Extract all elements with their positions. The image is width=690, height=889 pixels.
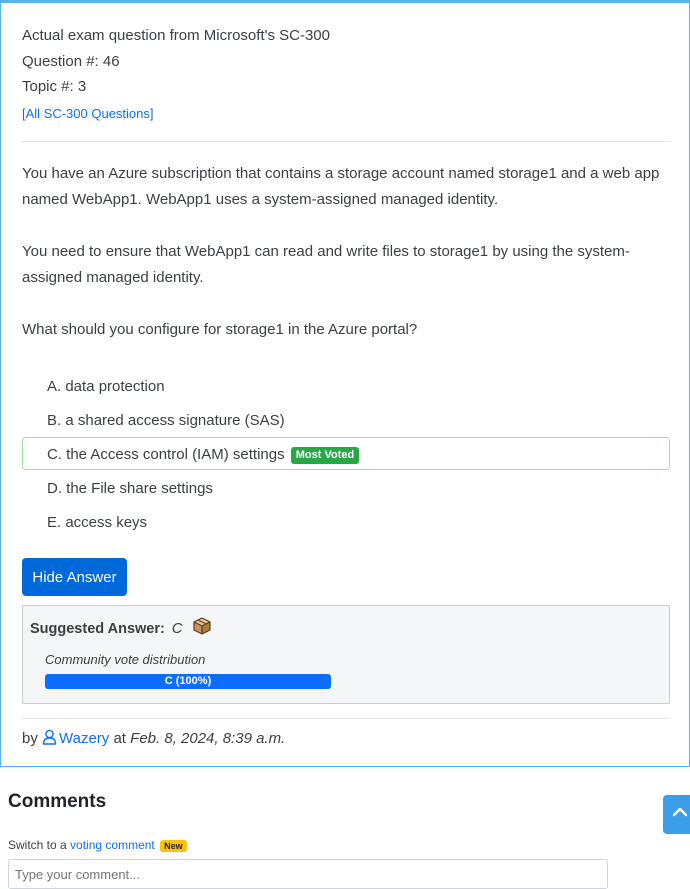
byline: by Wazery at Feb. 8, 2024, 8:39 a.m.	[22, 729, 285, 749]
choice-b[interactable]: B. a shared access signature (SAS)	[22, 403, 670, 436]
question-paragraph: What should you configure for storage1 i…	[22, 321, 418, 338]
suggested-answer-label: Suggested Answer:	[30, 621, 165, 637]
choice-d[interactable]: D. the File share settings	[22, 471, 670, 504]
source-line: Actual exam question from Microsoft's SC…	[22, 27, 330, 44]
vote-bar-segment-c: C (100%)	[45, 674, 331, 689]
choice-e[interactable]: E. access keys	[22, 505, 670, 538]
byline-prefix: by	[22, 730, 38, 747]
voting-comment-link[interactable]: voting comment	[70, 838, 155, 852]
switch-comment-mode: Switch to a voting comment New	[8, 838, 187, 852]
question-paragraph: You have an Azure subscription that cont…	[22, 165, 660, 208]
switch-prefix: Switch to a	[8, 838, 67, 852]
vote-distribution-bar: C (100%)	[45, 674, 331, 689]
divider	[22, 718, 670, 719]
choice-c[interactable]: C. the Access control (IAM) settings Mos…	[22, 437, 670, 470]
question-body: You have an Azure subscription that cont…	[22, 161, 674, 369]
vote-distribution-label: Community vote distribution	[45, 652, 206, 667]
new-badge: New	[160, 840, 187, 852]
user-icon	[42, 729, 57, 749]
all-questions-link[interactable]: [All SC-300 Questions]	[22, 100, 330, 128]
choice-label: D. the File share settings	[47, 480, 213, 497]
choice-label: E. access keys	[47, 514, 148, 531]
scroll-to-top-button[interactable]	[663, 795, 690, 834]
post-date: Feb. 8, 2024, 8:39 a.m.	[130, 730, 286, 747]
most-voted-badge: Most Voted	[290, 447, 360, 464]
question-card: Actual exam question from Microsoft's SC…	[0, 0, 690, 767]
choice-label: A. data protection	[47, 378, 165, 395]
byline-at: at	[113, 730, 126, 747]
question-number: Question #: 46	[22, 52, 120, 70]
comment-input[interactable]	[8, 859, 608, 889]
topic-number: Topic #: 3	[22, 78, 87, 95]
hide-answer-button[interactable]: Hide Answer	[22, 558, 127, 596]
question-paragraph: You need to ensure that WebApp1 can read…	[22, 243, 630, 286]
choices-list: A. data protection B. a shared access si…	[22, 369, 670, 539]
question-meta: Actual exam question from Microsoft's SC…	[22, 23, 330, 128]
username-link[interactable]: Wazery	[59, 730, 109, 747]
suggested-answer: Suggested Answer: C	[30, 616, 212, 640]
suggested-answer-value: C	[171, 621, 183, 637]
choice-label: C. the Access control (IAM) settings	[47, 446, 285, 463]
package-icon	[192, 616, 212, 640]
choice-label: B. a shared access signature (SAS)	[47, 412, 285, 429]
choice-a[interactable]: A. data protection	[22, 369, 670, 402]
suggested-answer-box: Suggested Answer: C Community vote distr…	[22, 605, 670, 704]
divider	[22, 141, 670, 142]
chevron-up-icon	[673, 807, 687, 817]
comments-heading: Comments	[8, 791, 107, 812]
